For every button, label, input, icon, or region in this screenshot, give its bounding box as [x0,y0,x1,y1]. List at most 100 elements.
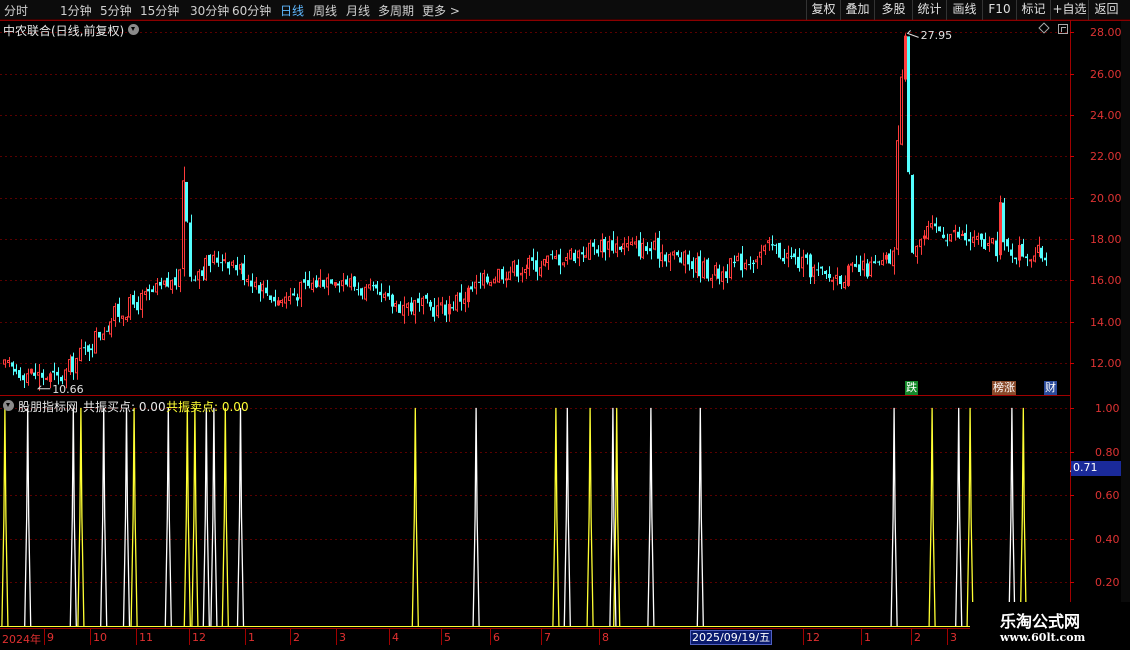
candle [881,252,884,266]
candle [258,282,261,302]
candle [904,33,907,82]
candle [49,371,52,389]
stock-menu-dropdown-icon[interactable] [128,24,139,35]
candle [968,232,971,251]
candle [949,233,952,243]
candle [364,284,367,302]
candle [543,258,546,267]
candle [113,302,116,327]
candle [288,287,291,305]
candle [850,261,853,273]
expand-icon[interactable] [1058,24,1068,34]
buy-spike [202,407,210,627]
candle [170,279,173,294]
sell-spike [1,407,9,627]
candle [90,343,93,358]
candle [280,298,283,307]
candle [303,271,306,290]
candle [626,236,629,252]
candle [915,245,918,264]
candle [907,36,910,175]
buy-spike [69,407,77,627]
price-tick-label: 20.00 [1090,191,1122,205]
candle [862,253,865,277]
candle [911,174,914,255]
event-badge-bang[interactable]: 榜涨 [992,381,1016,395]
candle [128,293,131,321]
candle [740,245,743,278]
price-tick-label: 26.00 [1090,67,1122,81]
indicator-tick-label: 0.60 [1095,488,1120,502]
candle [630,237,633,246]
buy-spike [647,407,655,627]
time-axis-label: 11 [139,631,153,644]
selected-date-label: 2025/09/19/五 [690,630,773,645]
time-axis-label: 4 [392,631,399,644]
sell-signal-series [1,407,1027,627]
candle [151,285,154,293]
buy-signal-series [24,407,1016,627]
event-badge-die[interactable]: 跌 [905,381,918,395]
candle [1025,253,1028,267]
candle [755,255,758,269]
candle [645,242,648,255]
candle [581,246,584,262]
candle [782,248,785,265]
candle [372,281,375,291]
candle [467,285,470,308]
buy-spike [100,407,108,627]
candle [926,220,929,240]
candle [22,373,25,388]
candle [1044,252,1047,266]
candle [835,267,838,286]
candle [539,260,542,278]
price-tick-label: 16.00 [1090,273,1122,287]
candle [493,276,496,284]
candle [752,260,755,274]
price-tick-label: 24.00 [1090,108,1122,122]
indicator-menu-dropdown-icon[interactable] [3,400,14,411]
candle [706,257,709,282]
candle [71,352,74,380]
price-tick-label: 28.00 [1090,25,1122,39]
candle [710,274,713,289]
candle [144,287,147,301]
candle [683,249,686,274]
candle [763,244,766,255]
candle [885,252,888,264]
candle [330,279,333,285]
candle [866,259,869,279]
candle [394,300,397,312]
sell-spike [411,407,419,627]
candle [269,295,272,303]
chart-canvas[interactable] [0,0,1130,650]
candle [227,261,230,275]
watermark-title: 乐淘公式网 [1000,612,1081,631]
candle [816,262,819,277]
candle [470,281,473,292]
candle [847,263,850,287]
time-axis-label: 8 [602,631,609,644]
candle [999,195,1002,260]
candle [30,368,33,375]
candle [136,296,139,315]
candle [417,292,420,312]
candle [474,274,477,295]
candle [68,354,71,376]
candle [398,301,401,314]
candle [641,238,644,260]
event-badge-cai[interactable]: 财 [1044,381,1057,395]
time-axis-label: 2 [914,631,921,644]
buy-spike [24,407,32,627]
candle [1018,236,1021,268]
candle [828,266,831,282]
candle [292,288,295,296]
candle [729,257,732,280]
candle [421,295,424,315]
price-tick-label: 18.00 [1090,232,1122,246]
cursor-value-label: 0.71 [1071,461,1123,476]
candle [52,362,55,381]
candle [744,259,747,271]
candle [619,245,622,253]
candle [497,268,500,283]
